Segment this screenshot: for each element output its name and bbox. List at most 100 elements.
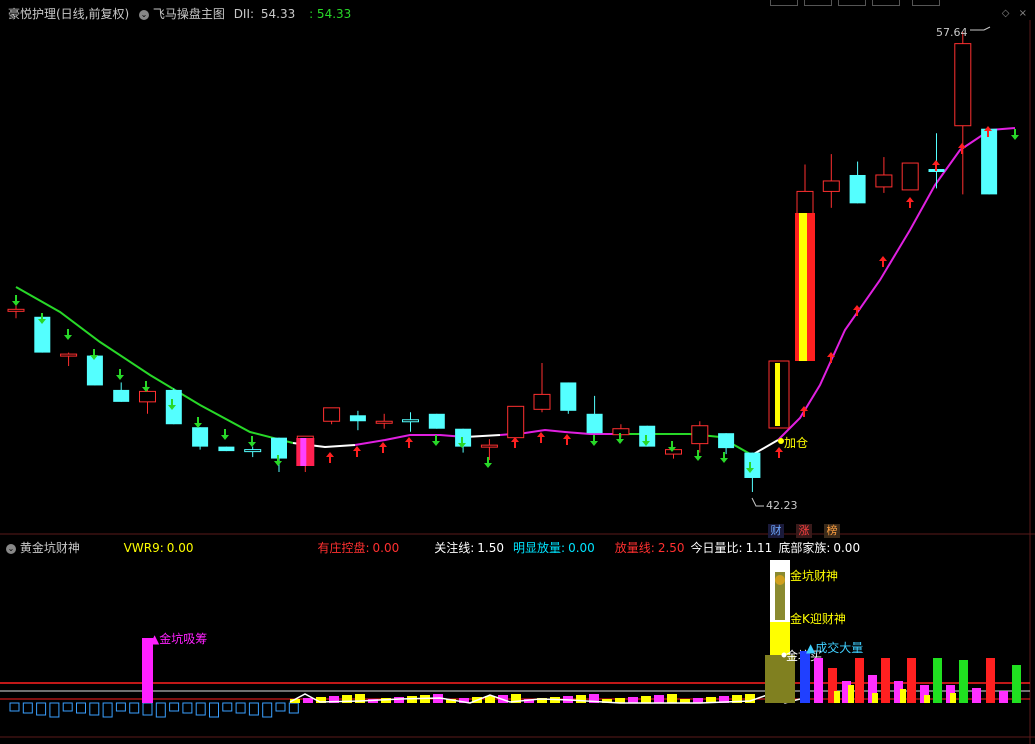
sub-panel-title[interactable]: 黄金坑财神 xyxy=(20,541,80,555)
candle-body xyxy=(586,413,603,434)
sub-field-value: 2.50 xyxy=(657,541,685,555)
candle-body xyxy=(7,308,25,312)
candle-body xyxy=(533,393,551,410)
volume-bar xyxy=(628,697,638,703)
candle-body xyxy=(402,419,419,423)
down-arrow xyxy=(221,429,229,440)
sub-field-value: 0.00 xyxy=(166,541,194,555)
down-arrow xyxy=(432,435,440,446)
volume-bar xyxy=(667,694,677,703)
candle-body xyxy=(718,433,735,449)
down-arrow xyxy=(116,369,124,380)
volume-bar xyxy=(834,691,840,703)
sub-panel-header: ⌄ 黄金坑财神 VWR9: 0.00 有庄控盘: 0.00 关注线: 1.50 明显放量: 0… xyxy=(0,539,860,557)
volume-bar xyxy=(999,691,1008,703)
candle-body xyxy=(822,180,840,192)
sub-field-value: 0.00 xyxy=(833,541,861,555)
pit-buy-dot xyxy=(781,652,787,658)
down-arrow xyxy=(142,381,150,392)
candle-body xyxy=(954,43,972,127)
down-arrow xyxy=(484,457,492,468)
sub-field-value: 0.00 xyxy=(568,541,595,555)
candle-body xyxy=(113,389,130,402)
sub-field-label: 今日量比: xyxy=(690,541,743,555)
volume-bar xyxy=(872,693,878,703)
big-volume-bar xyxy=(800,651,810,703)
accumulate-pillar xyxy=(142,638,153,703)
volume-box xyxy=(22,702,33,714)
volume-bar xyxy=(1012,665,1021,703)
volume-box xyxy=(89,702,100,716)
sub-field-value: 1.11 xyxy=(745,541,773,555)
sub-field-value: 1.50 xyxy=(477,541,505,555)
candle-body xyxy=(560,382,577,411)
volume-bar xyxy=(959,660,968,703)
sub-indicator-menu-icon[interactable]: ⌄ xyxy=(6,543,16,554)
volume-box xyxy=(36,702,47,716)
down-arrow xyxy=(248,436,256,447)
volume-box xyxy=(129,702,140,714)
sub-field-label: VWR9: xyxy=(123,541,164,555)
volume-bar xyxy=(924,695,930,703)
up-arrow xyxy=(775,447,783,458)
volume-bar xyxy=(855,658,864,703)
candle-body xyxy=(901,162,919,191)
volume-box xyxy=(235,702,246,714)
up-arrow xyxy=(879,256,887,267)
down-arrow xyxy=(694,450,702,461)
candle-body xyxy=(691,425,709,445)
volume-box xyxy=(182,702,193,714)
candle-body xyxy=(428,413,445,429)
candle-body xyxy=(139,390,156,403)
volume-bar xyxy=(986,658,995,703)
signal-bar-stripe xyxy=(775,363,780,426)
volume-bar xyxy=(881,658,890,703)
candle-body xyxy=(349,415,366,422)
volume-box xyxy=(62,702,73,712)
candle-body xyxy=(875,174,893,188)
volume-box xyxy=(9,702,20,712)
candle-body xyxy=(981,128,998,195)
volume-box xyxy=(169,702,180,712)
sub-field-label: 明显放量: xyxy=(513,541,566,555)
volume-bar xyxy=(950,693,956,703)
up-arrow xyxy=(906,197,914,208)
candle-body xyxy=(507,405,525,439)
up-arrow xyxy=(326,452,334,463)
add-position-label: 加仓 xyxy=(784,436,808,450)
big-volume-label: ▲成交大量 xyxy=(806,640,863,655)
volume-bar xyxy=(972,688,981,703)
badge-finance[interactable]: 财 xyxy=(768,524,784,538)
ma-line-down xyxy=(15,286,294,444)
volume-box xyxy=(288,702,299,714)
low-price-label: 42.23 xyxy=(766,499,798,512)
volume-box xyxy=(49,702,60,718)
up-arrow xyxy=(379,442,387,453)
k-wealth-god-label: 金K迎财神 xyxy=(790,611,846,626)
sub-field-label: 底部家族: xyxy=(778,541,831,555)
candle-body xyxy=(244,449,262,453)
volume-box xyxy=(275,702,286,712)
down-arrow xyxy=(590,435,598,446)
volume-box xyxy=(248,702,259,716)
badge-rise[interactable]: 涨 xyxy=(796,524,812,538)
volume-box xyxy=(209,702,219,718)
candle-body xyxy=(192,427,209,447)
pit-accumulate-label: ▲金坑吸筹 xyxy=(150,631,207,646)
down-arrow xyxy=(1011,129,1019,140)
volume-box xyxy=(195,702,206,716)
volume-bar xyxy=(654,695,664,703)
badge-rank[interactable]: 榜 xyxy=(824,524,840,538)
volume-box xyxy=(115,702,126,712)
up-arrow xyxy=(511,437,519,448)
volume-bar xyxy=(900,689,906,703)
volume-bar xyxy=(394,697,404,703)
volume-box xyxy=(155,702,166,718)
candle-body xyxy=(849,174,866,204)
kline-chart[interactable]: 57.6442.23加仓▲金坑吸筹金坑财神金K迎财神金坑买▲成交大量 xyxy=(0,0,1035,744)
volume-box xyxy=(262,702,273,718)
down-arrow xyxy=(12,295,20,306)
volume-bar xyxy=(576,695,586,703)
up-arrow xyxy=(563,434,571,445)
down-arrow xyxy=(720,452,728,463)
